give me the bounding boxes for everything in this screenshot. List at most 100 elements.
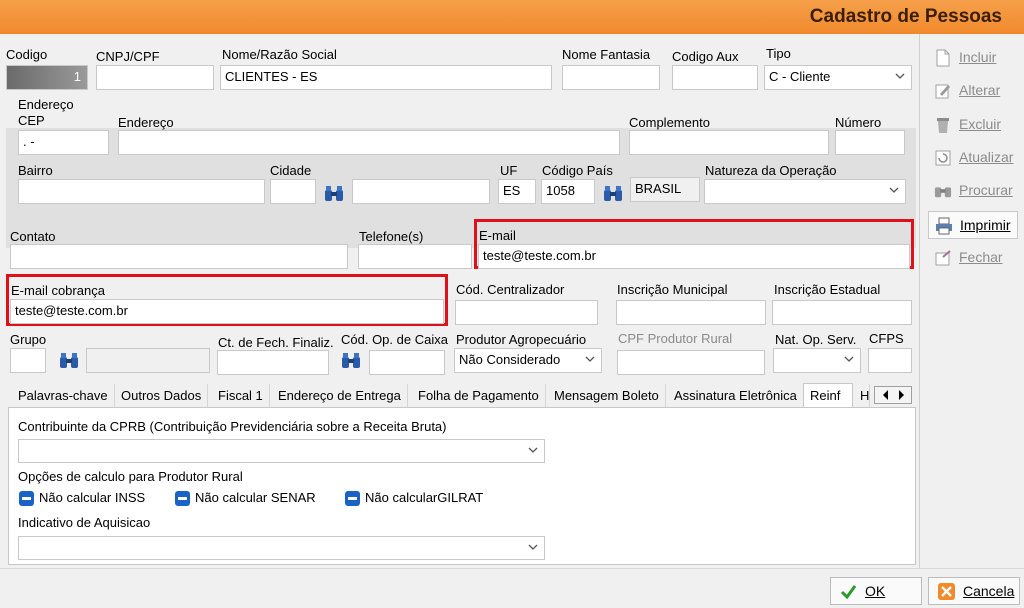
insc-mun-field[interactable] [616,300,766,325]
alterar-button[interactable]: Alterar [928,77,1018,105]
produtor-value: Não Considerado [459,352,561,367]
cpf-produtor-field[interactable] [617,350,765,375]
opcaixa-field[interactable] [369,350,445,375]
tab-fiscal-1[interactable]: Fiscal 1 [212,384,270,408]
ctfech-label: Ct. de Fech. Finaliz. [218,335,334,350]
codigo-field[interactable]: 1 [6,65,88,90]
imprimir-button[interactable]: Imprimir [928,211,1018,239]
insc-est-field[interactable] [772,300,912,325]
tab-endereco-entrega[interactable]: Endereço de Entrega [272,384,408,408]
grupo-label: Grupo [10,332,47,347]
tab-assinatura-eletronica[interactable]: Assinatura Eletrônica [668,384,804,408]
fechar-button[interactable]: Fechar [928,244,1018,272]
cancela-button[interactable]: Cancela [928,577,1020,605]
uf-field[interactable]: ES [498,179,536,204]
excluir-label: Excluir [959,116,1002,132]
chevron-down-icon [889,187,899,193]
bairro-label: Bairro [18,163,53,178]
tab-scroll-right-icon[interactable] [899,390,904,400]
binoculars-icon[interactable] [324,185,344,203]
cidade-name-field[interactable] [352,179,490,204]
edit-icon [935,84,950,99]
gilrat-checkbox[interactable] [345,491,360,506]
tab-outros-dados[interactable]: Outros Dados [115,384,209,408]
reinf-tab-page: Contribuinte da CPRB (Contribuição Previ… [8,407,916,565]
senar-checkbox[interactable] [175,491,190,506]
telefone-field[interactable] [358,244,472,269]
refresh-icon [935,150,951,166]
action-panel: Incluir Alterar Excluir Atualizar Procur… [919,34,1024,568]
binoculars-icon[interactable] [603,185,623,203]
window-title: Cadastro de Pessoas [809,6,1002,27]
cancel-icon [938,583,955,600]
pais-code-field[interactable]: 1058 [541,179,595,204]
fantasia-label: Nome Fantasia [562,47,651,62]
inss-checkbox[interactable] [19,491,34,506]
nome-label: Nome/Razão Social [222,47,337,62]
natureza-label: Natureza da Operação [705,163,837,178]
tab-mensagem-boleto[interactable]: Mensagem Boleto [548,384,666,408]
tab-palavras-chave[interactable]: Palavras-chave [12,384,115,408]
incluir-button[interactable]: Incluir [928,44,1018,72]
produtor-select[interactable]: Não Considerado [454,348,602,373]
tab-reinf[interactable]: Reinf [803,383,853,408]
cep-field[interactable]: . - [18,130,109,155]
tab-strip: Palavras-chave Outros Dados Fiscal 1 End… [8,383,916,408]
cnpj-label: CNPJ/CPF [96,49,160,64]
email-field[interactable]: teste@teste.com.br [478,244,910,269]
cprb-select[interactable] [18,439,545,463]
excluir-button[interactable]: Excluir [928,111,1018,139]
cprb-label: Contribuinte da CPRB (Contribuição Previ… [18,419,447,434]
email-cobranca-field[interactable]: teste@teste.com.br [10,299,444,324]
produtor-label: Produtor Agropecuário [456,332,587,347]
bairro-field[interactable] [18,179,265,204]
cfps-label: CFPS [869,331,904,346]
centralizador-field[interactable] [455,300,598,325]
complemento-field[interactable] [629,130,829,155]
fantasia-field[interactable] [562,65,660,90]
binoculars-icon[interactable] [341,352,361,370]
ok-label: OK [865,583,886,599]
aquisicao-label: Indicativo de Aquisicao [18,515,151,530]
numero-label: Número [835,115,882,130]
grupo-field[interactable] [10,348,46,373]
endereco-field[interactable] [118,130,620,155]
cfps-field[interactable] [868,348,912,373]
opcoes-label: Opções de calculo para Produtor Rural [18,469,243,484]
cnpj-field[interactable] [96,65,214,90]
procurar-label: Procurar [959,182,1013,198]
printer-icon [936,217,952,235]
fechar-label: Fechar [959,249,1003,265]
atualizar-button[interactable]: Atualizar [928,144,1018,172]
chevron-down-icon [528,544,538,550]
tipo-select[interactable]: C - Cliente [764,65,912,90]
tab-folha-pagamento[interactable]: Folha de Pagamento [412,384,546,408]
tab-scroll-left-icon[interactable] [883,390,888,400]
cidade-label: Cidade [270,163,312,178]
aux-field[interactable] [672,65,758,90]
endereco-group-label: Endereço [18,97,74,112]
atualizar-label: Atualizar [959,149,1014,165]
alterar-label: Alterar [959,82,1001,98]
cidade-code-field[interactable] [270,179,316,204]
trash-icon [937,118,949,133]
procurar-button[interactable]: Procurar [928,177,1018,205]
tab-h[interactable]: H [856,384,870,408]
binoculars-icon[interactable] [59,352,79,370]
bottom-bar: OK Cancela [0,568,1024,608]
binoculars-icon [934,187,952,198]
grupo-desc-field [86,348,210,373]
nome-field[interactable]: CLIENTES - ES [220,65,552,90]
title-bar: Cadastro de Pessoas [0,0,1024,34]
numero-field[interactable] [835,130,905,155]
natop-select[interactable] [773,348,861,373]
natureza-select[interactable] [704,179,906,204]
aquisicao-select[interactable] [18,536,545,560]
tab-scroll-buttons [874,386,912,404]
gilrat-checkbox-label: Não calcularGILRAT [365,490,484,505]
tipo-value: C - Cliente [769,69,831,84]
ok-button[interactable]: OK [830,577,922,605]
contato-field[interactable] [10,244,348,269]
ctfech-field[interactable] [217,350,329,375]
email-label: E-mail [479,228,516,243]
